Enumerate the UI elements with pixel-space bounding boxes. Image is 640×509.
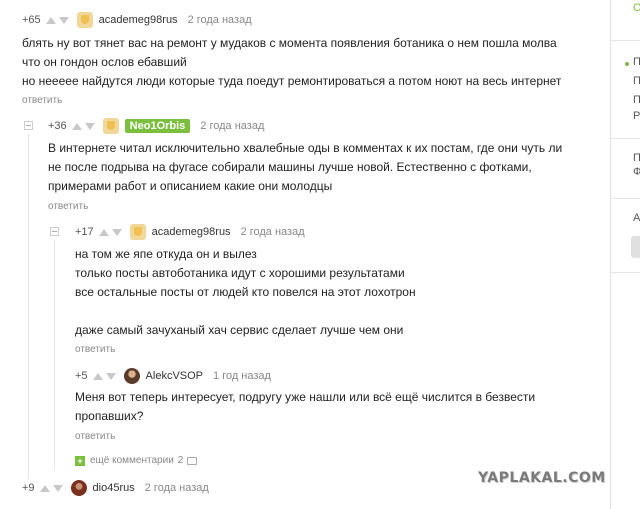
upvote-icon[interactable] [39, 484, 50, 492]
sidebar-letter[interactable]: О [633, 2, 640, 14]
avatar[interactable] [76, 12, 93, 28]
comment-text: Меня вот теперь интересует, подругу уже … [75, 388, 585, 426]
comment-header: +65 academeg98rus 2 года назад [22, 11, 252, 29]
comment-rating: +9 [22, 482, 35, 494]
comment-line: блять ну вот тянет вас на ремонт у мудак… [22, 36, 557, 50]
sidebar-letter[interactable]: П [633, 75, 640, 87]
comment-rating: +36 [48, 120, 67, 132]
comment-line: даже самый зачуханый хач сервис сделает … [75, 323, 404, 337]
reply-button[interactable]: ответить [75, 431, 115, 442]
comments-thread: +65 academeg98rus 2 года назад блять ну … [0, 0, 592, 509]
comment-line: только посты автоботаника идут с хорошим… [75, 266, 405, 280]
comment-line: В интернете читал исключительно хвалебны… [48, 141, 563, 155]
downvote-icon[interactable] [58, 16, 69, 24]
sidebar-letter[interactable]: П [633, 56, 640, 68]
downvote-icon[interactable] [52, 484, 63, 492]
comment-time[interactable]: 2 года назад [200, 120, 264, 132]
watermark: YAPLAKAL.COM [478, 470, 606, 486]
comment-header: +9 dio45rus 2 года назад [22, 479, 209, 497]
comment-line: что он гондон ослов ебавший [22, 55, 187, 69]
upvote-icon[interactable] [98, 228, 109, 236]
comment-time[interactable]: 2 года назад [188, 14, 252, 26]
comment-rating: +65 [22, 14, 41, 26]
plus-icon: + [75, 455, 85, 466]
comment-username[interactable]: AlekcVSOP [146, 370, 203, 382]
comment-username[interactable]: Neo1Orbis [124, 119, 191, 133]
more-comments-label: ещё комментарии [90, 455, 174, 466]
comment-username[interactable]: academeg98rus [152, 226, 231, 238]
thread-line [28, 134, 29, 479]
comment-line: пропавших? [75, 409, 144, 423]
divider [611, 198, 640, 199]
avatar[interactable] [102, 118, 119, 134]
comment-icon [187, 456, 198, 465]
sidebar: О П П П Р П Ф А [610, 0, 640, 509]
upvote-icon[interactable] [71, 122, 82, 130]
comment-text: на том же япе откуда он и вылез только п… [75, 245, 585, 340]
avatar[interactable] [129, 224, 146, 240]
comment-time[interactable]: 2 года назад [145, 482, 209, 494]
sidebar-letter[interactable]: Ф [633, 166, 640, 178]
comment-header: +17 academeg98rus 2 года назад [75, 223, 305, 241]
comment-line [75, 302, 585, 321]
reply-button[interactable]: ответить [22, 95, 62, 106]
avatar[interactable] [70, 480, 87, 496]
comment-username[interactable]: dio45rus [93, 482, 135, 494]
sidebar-letter[interactable]: Р [633, 110, 640, 122]
comment-time[interactable]: 1 год назад [213, 370, 271, 382]
sidebar-letter: А [633, 212, 640, 224]
collapse-icon[interactable] [24, 121, 33, 130]
divider [611, 272, 640, 273]
downvote-icon[interactable] [84, 122, 95, 130]
comment-header: +5 AlekcVSOP 1 год назад [75, 367, 271, 385]
upvote-icon[interactable] [92, 372, 103, 380]
divider [611, 40, 640, 41]
comment-username[interactable]: academeg98rus [99, 14, 178, 26]
comment-line: на том же япе откуда он и вылез [75, 247, 257, 261]
collapse-icon[interactable] [50, 227, 59, 236]
more-comments-count: 2 [177, 455, 184, 466]
bullet-icon [625, 62, 629, 66]
comment-line: не после подрыва на фугасе собирали маши… [48, 160, 532, 174]
divider [611, 138, 640, 139]
sidebar-letter[interactable]: П [633, 94, 640, 106]
downvote-icon[interactable] [111, 228, 122, 236]
comment-rating: +17 [75, 226, 94, 238]
comment-line: примерами работ и описанием какие они мо… [48, 179, 333, 193]
avatar[interactable] [123, 368, 140, 384]
reply-button[interactable]: ответить [48, 201, 88, 212]
more-comments-link[interactable]: + ещё комментарии 2 [75, 455, 198, 466]
comment-header: +36 Neo1Orbis 2 года назад [48, 117, 264, 135]
comment-line: все остальные посты от людей кто повелся… [75, 285, 416, 299]
sidebar-letter[interactable]: П [633, 152, 640, 164]
downvote-icon[interactable] [105, 372, 116, 380]
comment-line: Меня вот теперь интересует, подругу уже … [75, 390, 536, 404]
thread-line [54, 240, 55, 470]
comment-rating: +5 [75, 370, 88, 382]
comment-line: но нееeee найдутся люди которые туда пое… [22, 74, 562, 88]
comment-text: блять ну вот тянет вас на ремонт у мудак… [22, 34, 592, 91]
comment-time[interactable]: 2 года назад [241, 226, 305, 238]
sidebar-button[interactable] [631, 236, 640, 258]
comment-text: В интернете читал исключительно хвалебны… [48, 139, 588, 196]
reply-button[interactable]: ответить [75, 344, 115, 355]
upvote-icon[interactable] [45, 16, 56, 24]
